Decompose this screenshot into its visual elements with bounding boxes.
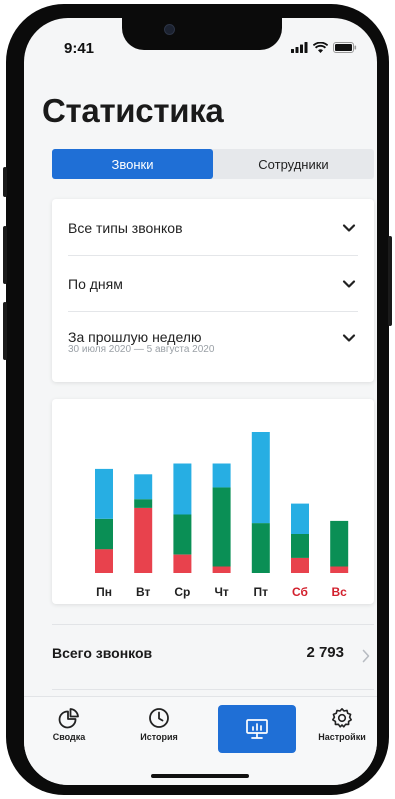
filter-grouping-label: По дням bbox=[68, 276, 123, 292]
pie-chart-icon bbox=[58, 708, 79, 729]
bar-segment-Ср-s2 bbox=[173, 514, 192, 555]
wifi-icon bbox=[313, 42, 328, 53]
bar-segment-Ср-s1 bbox=[173, 554, 192, 573]
chevron-down-icon bbox=[342, 224, 356, 232]
filter-grouping[interactable]: По дням bbox=[68, 255, 358, 312]
tab-statistics[interactable] bbox=[218, 705, 296, 753]
bar-segment-Вс-s2 bbox=[330, 520, 349, 567]
volume-down-button bbox=[3, 302, 7, 360]
bar-segment-Вт-s2 bbox=[134, 499, 153, 508]
chevron-right-icon bbox=[362, 649, 370, 663]
filter-call-type-label: Все типы звонков bbox=[68, 220, 183, 236]
x-tick-label: Ср bbox=[174, 585, 190, 599]
segment-employees[interactable]: Сотрудники bbox=[213, 149, 374, 179]
x-tick-label: Вс bbox=[332, 585, 348, 599]
total-calls-value: 2 793 bbox=[306, 644, 344, 661]
tab-summary[interactable]: Сводка bbox=[31, 703, 107, 753]
bar-segment-Вт-s3 bbox=[134, 474, 153, 500]
tab-history-label: История bbox=[140, 732, 178, 742]
bar-segment-Вс-s1 bbox=[330, 566, 349, 573]
signal-icon bbox=[291, 42, 308, 53]
bar-segment-Сб-s3 bbox=[291, 503, 309, 534]
clock-icon bbox=[149, 708, 169, 728]
bar-segment-Чт-s1 bbox=[212, 566, 231, 573]
filter-period-dates: 30 июля 2020 — 5 августа 2020 bbox=[68, 344, 215, 355]
power-button bbox=[388, 236, 392, 326]
filter-period-label: За прошлую неделю bbox=[68, 329, 202, 345]
calls-bar-chart: Пн Вт Ср Чт Пт Сб Вс bbox=[95, 432, 349, 599]
screen: 9:41 Статистика Звонки Сотрудники Все ти… bbox=[24, 18, 377, 785]
status-time: 9:41 bbox=[64, 40, 95, 57]
tab-bar: Сводка История Настройки bbox=[24, 696, 377, 785]
tab-settings-label: Настройки bbox=[318, 732, 366, 742]
battery-icon bbox=[333, 42, 357, 53]
filter-period[interactable]: За прошлую неделю 30 июля 2020 — 5 авгус… bbox=[68, 311, 358, 381]
bar-segment-Ср-s3 bbox=[173, 463, 192, 515]
volume-up-button bbox=[3, 226, 7, 284]
x-tick-label: Сб bbox=[292, 585, 308, 599]
phone-frame: 9:41 Статистика Звонки Сотрудники Все ти… bbox=[3, 4, 392, 795]
tab-settings[interactable]: Настройки bbox=[307, 703, 377, 753]
bar-segment-Пн-s3 bbox=[95, 468, 113, 519]
total-calls-row[interactable]: Всего звонков 2 793 bbox=[52, 624, 374, 690]
notch bbox=[122, 18, 282, 50]
filter-call-type[interactable]: Все типы звонков bbox=[68, 199, 358, 256]
tab-summary-label: Сводка bbox=[52, 732, 86, 742]
x-tick-label: Чт bbox=[214, 585, 228, 599]
bar-segment-Чт-s3 bbox=[212, 463, 231, 488]
filters-card: Все типы звонков По дням За прошлую неде… bbox=[52, 199, 374, 382]
bar-segment-Пт-s3 bbox=[251, 432, 270, 524]
silent-switch bbox=[3, 167, 7, 197]
page-title: Статистика bbox=[42, 92, 224, 129]
gear-icon bbox=[332, 708, 352, 728]
status-icons bbox=[291, 42, 357, 53]
bar-segment-Вт-s1 bbox=[134, 507, 153, 573]
monitor-chart-icon bbox=[246, 719, 268, 739]
camera bbox=[164, 24, 175, 35]
tab-history[interactable]: История bbox=[121, 703, 197, 753]
chart-card: Пн Вт Ср Чт Пт Сб Вс bbox=[52, 399, 374, 604]
home-indicator bbox=[151, 774, 249, 778]
bar-segment-Сб-s1 bbox=[291, 557, 309, 573]
chevron-down-icon bbox=[342, 280, 356, 288]
bar-segment-Пт-s2 bbox=[251, 523, 270, 573]
bar-segment-Пн-s1 bbox=[95, 549, 113, 573]
x-tick-label: Пн bbox=[96, 585, 112, 599]
chevron-down-icon bbox=[342, 334, 356, 342]
x-tick-label: Пт bbox=[254, 585, 269, 599]
bar-segment-Чт-s2 bbox=[212, 487, 231, 567]
total-calls-label: Всего звонков bbox=[52, 645, 153, 661]
x-tick-label: Вт bbox=[136, 585, 151, 599]
bar-segment-Сб-s2 bbox=[291, 534, 309, 558]
segmented-control: Звонки Сотрудники bbox=[52, 149, 374, 179]
bar-segment-Пн-s2 bbox=[95, 518, 113, 550]
segment-calls[interactable]: Звонки bbox=[52, 149, 213, 179]
